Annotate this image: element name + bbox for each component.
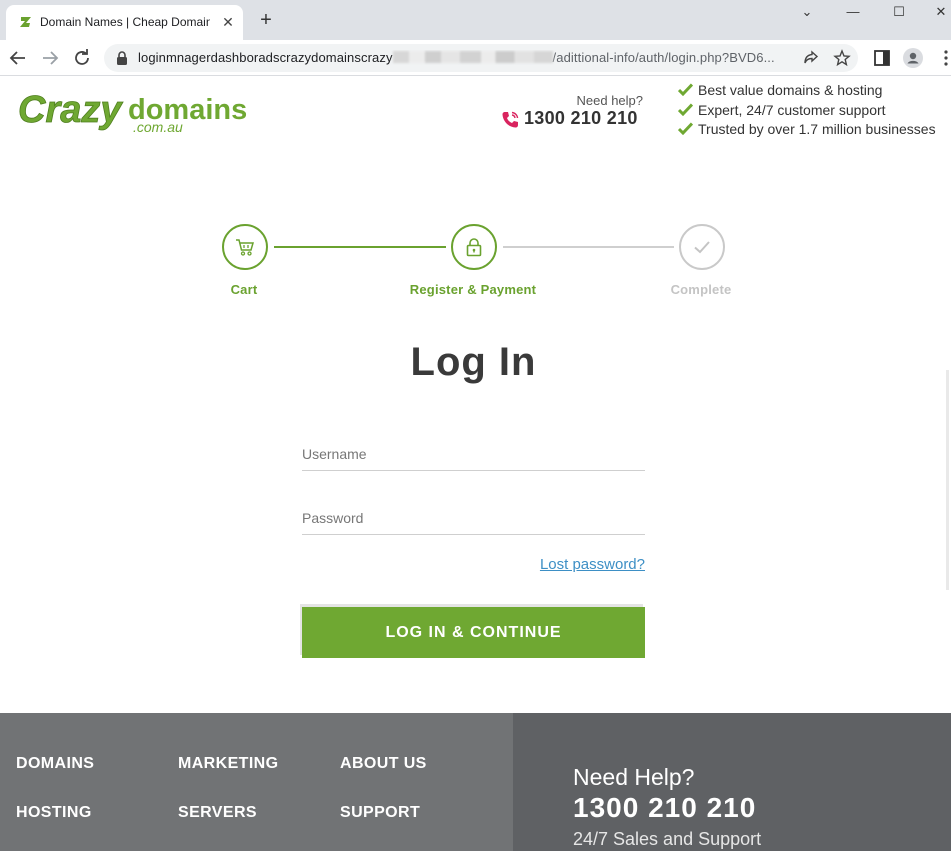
footer-link-hosting[interactable]: HOSTING (16, 804, 92, 822)
browser-tab-bar: Domain Names | Cheap Domain ✕ + ⌄ — ☐ ✕ (0, 0, 951, 40)
header-phone[interactable]: 1300 210 210 (500, 108, 645, 132)
usp-text: Best value domains & hosting (698, 82, 883, 98)
footer-help-title: Need Help? (573, 764, 695, 790)
logo-main: Crazy (18, 89, 123, 131)
usp-item: Expert, 24/7 customer support (678, 102, 948, 122)
url-prefix: loginmnagerdashboradscrazydomainscrazy (138, 50, 393, 65)
step-connector-pending (503, 246, 674, 248)
login-continue-button[interactable]: LOG IN & CONTINUE (302, 607, 645, 658)
url-suffix: /adittional-info/auth/login.php?BVD6... (552, 50, 775, 65)
lock-icon[interactable] (116, 51, 128, 65)
tab-close-icon[interactable]: ✕ (220, 14, 236, 30)
scrollbar-track[interactable] (946, 370, 949, 590)
side-panel-icon[interactable] (872, 48, 892, 68)
step-complete-circle (679, 224, 725, 270)
footer-link-support[interactable]: SUPPORT (340, 804, 420, 822)
need-help-label: Need help? (576, 93, 644, 108)
browser-tab[interactable]: Domain Names | Cheap Domain ✕ (6, 5, 243, 40)
cart-icon (236, 239, 254, 256)
minimize-icon[interactable]: — (838, 2, 868, 22)
forward-arrow-icon[interactable] (38, 46, 62, 70)
step-complete-label: Complete (670, 282, 732, 297)
tab-title: Domain Names | Cheap Domain (40, 15, 210, 29)
maximize-icon[interactable]: ☐ (884, 2, 914, 22)
username-field (302, 437, 645, 471)
menu-kebab-icon[interactable] (936, 48, 951, 68)
check-icon (678, 122, 693, 135)
reload-icon[interactable] (70, 46, 94, 70)
footer-links-panel (0, 713, 513, 851)
footer-link-marketing[interactable]: MARKETING (178, 755, 278, 773)
step-register-label: Register & Payment (409, 282, 537, 297)
usp-list: Best value domains & hosting Expert, 24/… (678, 82, 948, 141)
username-input[interactable] (302, 437, 645, 470)
profile-icon[interactable] (903, 48, 923, 68)
password-field (302, 501, 645, 535)
check-icon (678, 102, 693, 116)
back-arrow-icon[interactable] (6, 46, 30, 70)
logo-tld: .com.au (133, 119, 183, 135)
close-window-icon[interactable]: ✕ (926, 2, 951, 22)
phone-icon (502, 111, 519, 128)
usp-item: Best value domains & hosting (678, 82, 948, 102)
step-cart-circle (222, 224, 268, 270)
header-phone-number: 1300 210 210 (524, 108, 638, 128)
footer-link-servers[interactable]: SERVERS (178, 804, 257, 822)
usp-text: Trusted by over 1.7 million businesses (698, 121, 936, 137)
footer-help-phone[interactable]: 1300 210 210 (573, 792, 756, 824)
footer-help-subtitle: 24/7 Sales and Support (573, 829, 762, 849)
url-text: loginmnagerdashboradscrazydomainscrazy/a… (138, 50, 788, 65)
url-redacted-segment (392, 51, 553, 63)
new-tab-button[interactable]: + (256, 10, 276, 30)
footer-link-domains[interactable]: DOMAINS (16, 755, 94, 773)
share-icon[interactable] (802, 49, 820, 67)
step-connector-done (274, 246, 446, 248)
usp-item: Trusted by over 1.7 million businesses (678, 121, 948, 141)
page-title: Log In (410, 340, 537, 384)
crazydomains-favicon-icon (20, 17, 31, 27)
step-cart-label: Cart (230, 282, 258, 297)
crazydomains-logo[interactable]: Crazy domains .com.au (16, 88, 256, 138)
checkmark-icon (694, 241, 710, 254)
step-register-circle (451, 224, 497, 270)
padlock-icon (466, 238, 482, 257)
check-icon (678, 83, 693, 96)
tab-search-icon[interactable]: ⌄ (792, 2, 822, 22)
star-icon[interactable] (833, 49, 851, 67)
footer-link-about-us[interactable]: ABOUT US (340, 755, 427, 773)
password-input[interactable] (302, 501, 645, 534)
address-bar[interactable]: loginmnagerdashboradscrazydomainscrazy/a… (104, 44, 858, 72)
usp-text: Expert, 24/7 customer support (698, 101, 886, 118)
lost-password-link[interactable]: Lost password? (470, 556, 645, 573)
browser-toolbar: loginmnagerdashboradscrazydomainscrazy/a… (0, 40, 951, 76)
